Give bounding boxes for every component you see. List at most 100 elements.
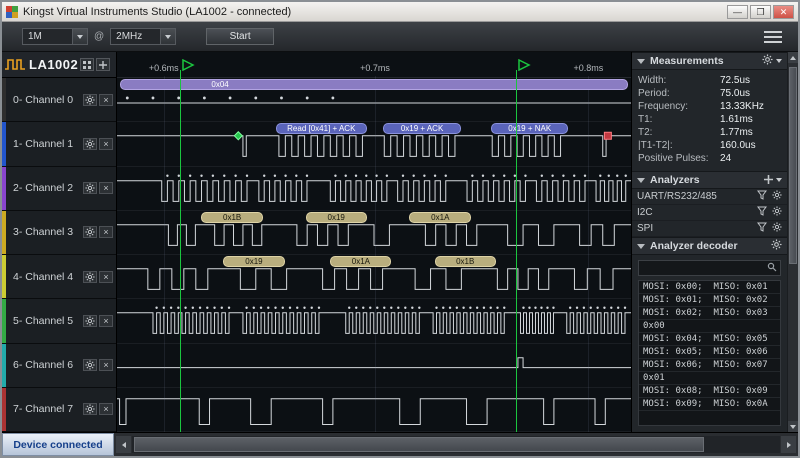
- trigger-cursor-line-2[interactable]: [516, 70, 517, 432]
- sample-rate-select[interactable]: 2MHz: [110, 28, 176, 45]
- channel-row-1[interactable]: 1- Channel 1×: [2, 122, 116, 166]
- channel-row-3[interactable]: 3- Channel 3×: [2, 211, 116, 255]
- start-button[interactable]: Start: [206, 28, 274, 45]
- waveform-area[interactable]: +0.6ms+0.7ms+0.8ms 0x04Read [0x41] + ACK…: [117, 52, 631, 432]
- chevron-down-icon[interactable]: [776, 178, 782, 182]
- gear-icon[interactable]: [772, 206, 782, 219]
- gear-icon[interactable]: [762, 52, 773, 70]
- scroll-down-icon[interactable]: [788, 421, 798, 432]
- channel-buttons: ×: [83, 94, 113, 106]
- channel-close-button[interactable]: ×: [99, 182, 113, 194]
- collapse-arrow-icon[interactable]: [637, 178, 645, 183]
- decode-annotation: 0x1A: [330, 256, 391, 267]
- menu-icon[interactable]: [764, 31, 782, 43]
- channel-row-2[interactable]: 2- Channel 2 ×: [2, 167, 116, 211]
- channel-close-button[interactable]: ×: [99, 138, 113, 150]
- decoder-row[interactable]: MOSI: 0x02; MISO: 0x03: [639, 307, 780, 320]
- channel-close-button[interactable]: ×: [99, 403, 113, 415]
- analyzers-header[interactable]: Analyzers: [632, 171, 787, 189]
- decoder-row[interactable]: MOSI: 0x05; MISO: 0x06: [639, 346, 780, 359]
- channel-row-5[interactable]: 5- Channel 5×: [2, 299, 116, 343]
- channel-close-button[interactable]: ×: [99, 359, 113, 371]
- filter-icon[interactable]: [757, 206, 767, 219]
- decoder-row[interactable]: MOSI: 0x06; MISO: 0x07: [639, 359, 780, 372]
- decoder-row[interactable]: MOSI: 0x04; MISO: 0x05: [639, 333, 780, 346]
- decoder-row[interactable]: MOSI: 0x00; MISO: 0x01: [639, 281, 780, 294]
- analyzer-row[interactable]: UART/RS232/485: [632, 189, 787, 205]
- scroll-left-icon[interactable]: [116, 436, 131, 453]
- channel-settings-button[interactable]: [83, 226, 97, 238]
- measurements-header[interactable]: Measurements: [632, 52, 787, 70]
- channel-row-7[interactable]: 7- Channel 7×: [2, 388, 116, 432]
- chevron-down-icon[interactable]: [160, 29, 175, 44]
- scroll-right-icon[interactable]: [781, 436, 796, 453]
- search-input[interactable]: [639, 263, 767, 274]
- gear-icon[interactable]: [771, 237, 782, 255]
- channel-settings-button[interactable]: [83, 315, 97, 327]
- collapse-arrow-icon[interactable]: [637, 59, 645, 64]
- channel-row-4[interactable]: 4- Channel 4×: [2, 255, 116, 299]
- analyzer-row[interactable]: SPI: [632, 221, 787, 237]
- channel-settings-button[interactable]: [83, 359, 97, 371]
- decoder-row[interactable]: 0x00: [639, 320, 780, 333]
- decoder-row[interactable]: MOSI: 0x01; MISO: 0x02: [639, 294, 780, 307]
- channel-close-button[interactable]: ×: [99, 271, 113, 283]
- horizontal-scrollbar[interactable]: [114, 433, 798, 456]
- sample-depth-select[interactable]: 1M: [22, 28, 88, 45]
- channel-row-0[interactable]: 0- Channel 0×: [2, 78, 116, 122]
- channel-settings-button[interactable]: [83, 94, 97, 106]
- channel-buttons: ×: [83, 315, 113, 327]
- trigger-flag-icon[interactable]: [182, 59, 196, 71]
- channel-settings-button[interactable]: [83, 403, 97, 415]
- search-icon[interactable]: [767, 259, 777, 277]
- scroll-track[interactable]: [132, 436, 780, 453]
- analyzer-row[interactable]: I2C: [632, 205, 787, 221]
- decode-annotation: 0x1A: [409, 212, 471, 223]
- decoder-row[interactable]: MOSI: 0x09; MISO: 0x0A: [639, 398, 780, 411]
- decoder-row[interactable]: 0x01: [639, 372, 780, 385]
- channel-settings-button[interactable]: [83, 271, 97, 283]
- add-channel-button[interactable]: [96, 58, 110, 71]
- gear-icon: [85, 95, 95, 105]
- trigger-cursor-line-1[interactable]: [180, 70, 181, 432]
- scroll-thumb[interactable]: [134, 437, 704, 452]
- decoder-header[interactable]: Analyzer decoder: [632, 237, 787, 255]
- right-panel-scrollbar[interactable]: [787, 52, 798, 432]
- scroll-thumb[interactable]: [789, 67, 797, 264]
- waveform-svg: [117, 344, 631, 387]
- channel-close-button[interactable]: ×: [99, 315, 113, 327]
- decoder-list[interactable]: MOSI: 0x00; MISO: 0x01MOSI: 0x01; MISO: …: [638, 280, 781, 426]
- channel-row-6[interactable]: 6- Channel 6×: [2, 344, 116, 388]
- chevron-down-icon[interactable]: [776, 59, 782, 63]
- channel-close-button[interactable]: ×: [99, 226, 113, 238]
- measurement-value: 160.0us: [720, 140, 756, 151]
- scroll-track[interactable]: [788, 63, 798, 421]
- channel-settings-button[interactable]: [83, 138, 97, 150]
- maximize-button[interactable]: ❒: [750, 5, 771, 19]
- channel-settings-button[interactable]: [83, 182, 97, 194]
- decode-annotation: 0x1B: [435, 256, 496, 267]
- decoder-search: [638, 260, 781, 276]
- channel-close-button[interactable]: ×: [99, 94, 113, 106]
- measurement-label: |T1-T2|:: [638, 140, 720, 151]
- wave-lane-ch5: [117, 299, 631, 343]
- scroll-up-icon[interactable]: [788, 52, 798, 63]
- chevron-down-icon[interactable]: [72, 29, 87, 44]
- decoder-row[interactable]: MOSI: 0x08; MISO: 0x09: [639, 385, 780, 398]
- analyzers-list: UART/RS232/485I2CSPI: [632, 189, 787, 237]
- filter-icon[interactable]: [757, 190, 767, 203]
- filter-icon[interactable]: [757, 222, 767, 235]
- measurement-row: T2:1.77ms: [638, 126, 781, 139]
- minimize-button[interactable]: —: [727, 5, 748, 19]
- measurement-label: Width:: [638, 75, 720, 86]
- channel-color-strip: [2, 344, 6, 387]
- add-analyzer-icon[interactable]: [764, 171, 773, 189]
- collapse-arrow-icon[interactable]: [637, 244, 645, 249]
- close-button[interactable]: ✕: [773, 5, 794, 19]
- trigger-flag-icon[interactable]: [518, 59, 532, 71]
- grid-view-button[interactable]: [80, 58, 94, 71]
- gear-icon: [85, 316, 95, 326]
- gear-icon[interactable]: [772, 190, 782, 203]
- gear-icon[interactable]: [772, 222, 782, 235]
- channel-label: 2- Channel 2: [13, 182, 73, 194]
